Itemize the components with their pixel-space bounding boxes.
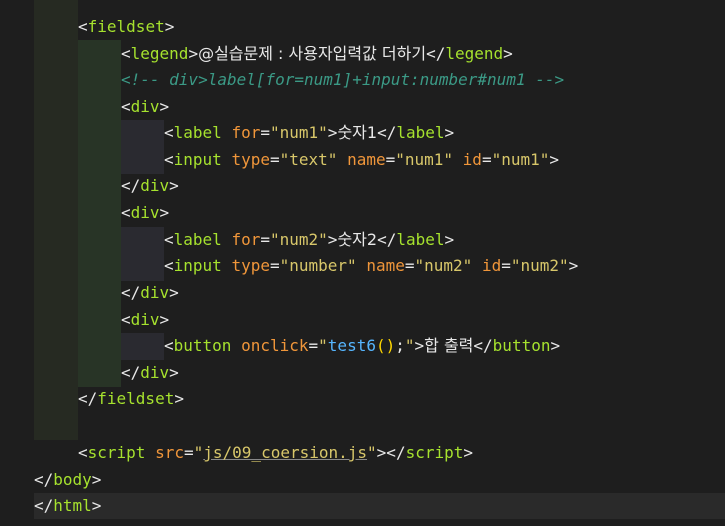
- code-line[interactable]: <input type="text" name="num1" id="num1"…: [164, 147, 559, 173]
- label-text: 숫자2: [337, 230, 378, 249]
- code-line[interactable]: <legend>@실습문제 : 사용자입력값 더하기</legend>: [121, 41, 513, 67]
- indent-guide-level-3: [121, 120, 164, 174]
- attr-value: "num1": [270, 123, 328, 142]
- attr-value: "num2": [414, 256, 473, 275]
- button-text: 합 출력: [424, 336, 474, 355]
- code-line[interactable]: <script src="js/09_coersion.js"></script…: [78, 440, 473, 466]
- code-comment: <!-- div>label[for=num1]+input:number#nu…: [121, 70, 565, 89]
- code-line[interactable]: <label for="num1">숫자1</label>: [164, 120, 454, 146]
- function-name: test6: [327, 336, 376, 355]
- code-line[interactable]: <button onclick="test6();">합 출력</button>: [164, 333, 560, 359]
- code-line[interactable]: <div>: [121, 94, 169, 120]
- indent-guide-level-3: [121, 227, 164, 281]
- code-editor[interactable]: <fieldset> <legend>@실습문제 : 사용자입력값 더하기</l…: [0, 0, 725, 526]
- script-src-link[interactable]: js/09_coersion.js: [203, 443, 367, 462]
- code-line[interactable]: </div>: [121, 173, 179, 199]
- code-line[interactable]: </div>: [121, 360, 179, 386]
- code-line[interactable]: <div>: [121, 307, 169, 333]
- attr-value: "num2": [510, 256, 569, 275]
- indent-guide-level-1: [34, 0, 78, 440]
- code-line[interactable]: </body>: [34, 467, 101, 493]
- indent-guide-level-3: [121, 333, 164, 360]
- attr-value: "num1": [491, 150, 550, 169]
- code-line[interactable]: <input type="number" name="num2" id="num…: [164, 253, 578, 279]
- code-line[interactable]: <fieldset>: [78, 14, 174, 40]
- label-text: 숫자1: [337, 123, 378, 142]
- legend-text: @실습문제 : 사용자입력값 더하기: [198, 44, 427, 63]
- attr-value: "num1": [395, 150, 454, 169]
- attr-value: "number": [279, 256, 357, 275]
- code-line[interactable]: <!-- div>label[for=num1]+input:number#nu…: [121, 67, 564, 93]
- attr-value: "text": [279, 150, 338, 169]
- attr-value: "num2": [270, 230, 328, 249]
- current-line-highlight: [34, 493, 725, 519]
- code-line[interactable]: <div>: [121, 200, 169, 226]
- code-line[interactable]: </div>: [121, 280, 179, 306]
- indent-guide-level-2: [78, 40, 121, 387]
- code-line[interactable]: <label for="num2">숫자2</label>: [164, 227, 454, 253]
- code-line[interactable]: </fieldset>: [78, 386, 184, 412]
- code-line[interactable]: </html>: [34, 493, 101, 519]
